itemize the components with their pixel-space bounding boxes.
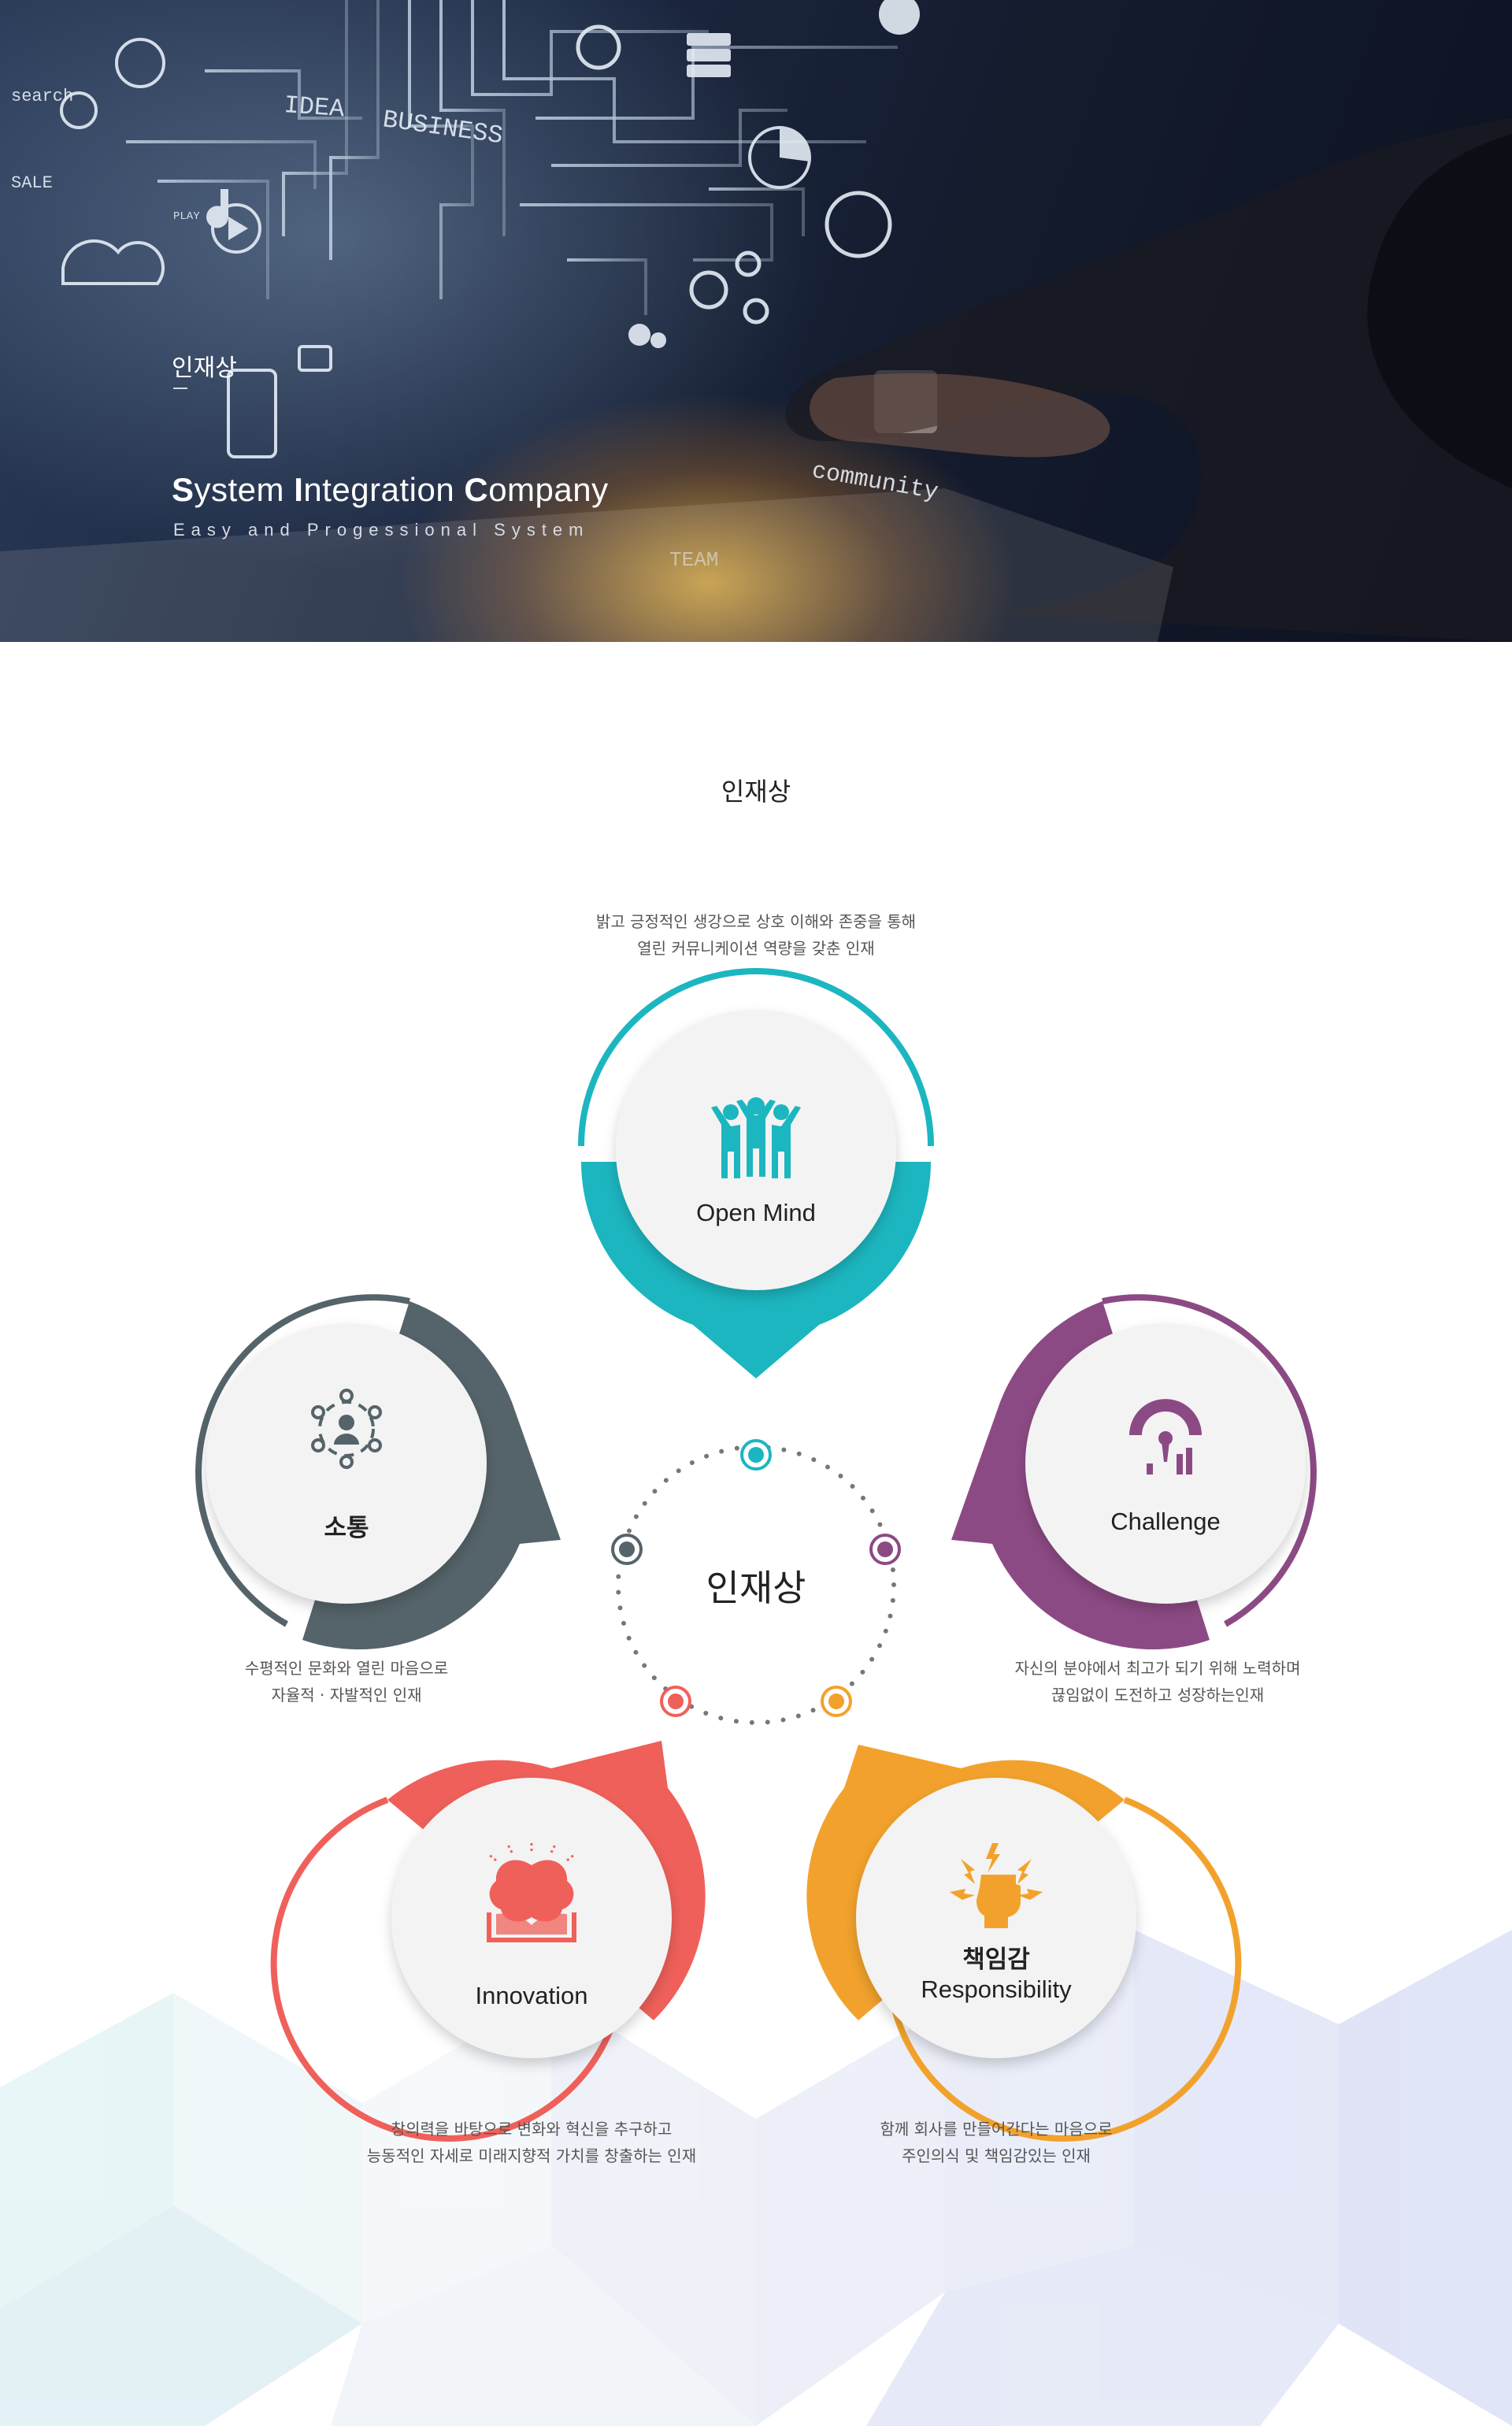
label-responsibility-ko: 책임감: [962, 1946, 1030, 1974]
desc-responsibility: 함께 회사를 만들어간다는 마음으로 주인의식 및 책임감있는 인재: [880, 2120, 1113, 2165]
ring-marker-responsibility: [821, 1686, 852, 1717]
node-communication: [195, 1294, 561, 1650]
ring-marker-open-mind: [740, 1439, 772, 1471]
desc-innovation: 창의력을 바탕으로 변화와 혁신을 추구하고 능동적인 자세로 미래지향적 가치를…: [366, 2120, 697, 2165]
ring-marker-communication: [611, 1534, 643, 1565]
node-innovation: [270, 1741, 706, 2142]
node-open-mind: [578, 968, 934, 1378]
label-responsibility: Responsibility: [921, 1975, 1072, 2003]
center-label: 인재상: [706, 1567, 806, 1609]
label-challenge: Challenge: [1110, 1508, 1221, 1535]
desc-communication: 수평적인 문화와 열린 마음으로 자율적 · 자발적인 인재: [244, 1659, 449, 1705]
label-communication: 소통: [324, 1514, 369, 1542]
desc-challenge: 자신의 분야에서 최고가 되기 위해 노력하며 끊임없이 도전하고 성장하는인재: [1014, 1659, 1301, 1705]
label-open-mind: Open Mind: [696, 1199, 816, 1226]
desc-open-mind: 밝고 긍정적인 생강으로 상호 이해와 존중을 통해 열린 커뮤니케이션 역량을 …: [595, 912, 917, 958]
ring-marker-innovation: [660, 1686, 691, 1717]
node-challenge: [951, 1294, 1317, 1650]
ring-marker-challenge: [869, 1534, 901, 1565]
label-innovation: Innovation: [475, 1982, 588, 2009]
